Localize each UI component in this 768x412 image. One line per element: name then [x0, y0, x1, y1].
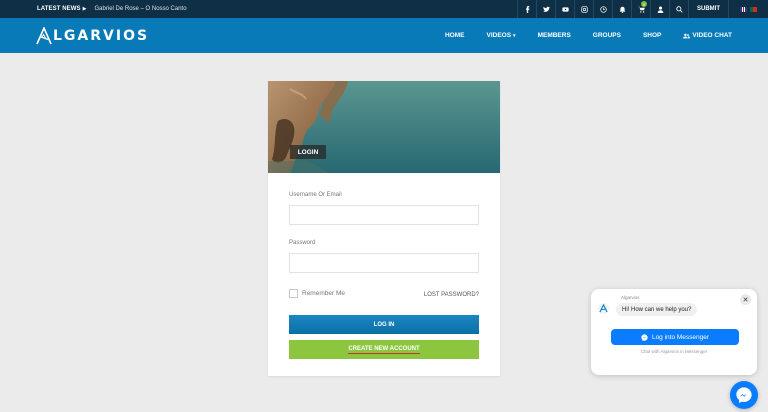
logo-a-icon [36, 27, 52, 45]
remember-me-checkbox[interactable] [289, 289, 298, 298]
site-logo[interactable]: LGARVIOS [36, 26, 149, 46]
flag-en-icon[interactable] [740, 6, 747, 12]
chevron-down-icon: ▾ [513, 32, 516, 39]
greeting-bubble: Hi! How can we help you? [616, 303, 698, 316]
messenger-note: Chat with Algarvios in Messenger [640, 349, 708, 354]
search-icon[interactable] [669, 0, 688, 18]
user-icon[interactable] [650, 0, 669, 18]
log-into-messenger-button[interactable]: Log into Messenger [611, 329, 739, 345]
logo-text: LGARVIOS [53, 28, 150, 44]
instagram-icon[interactable] [574, 0, 593, 18]
close-icon[interactable]: ✕ [740, 294, 751, 305]
language-switcher [728, 0, 768, 18]
nav-menu: HOME VIDEOS ▾ MEMBERS GROUPS SHOP VIDEO … [445, 18, 732, 53]
username-input[interactable] [289, 205, 479, 225]
password-label: Password [289, 240, 316, 246]
password-input[interactable] [289, 253, 479, 273]
page-avatar [598, 303, 609, 314]
messenger-icon [641, 333, 648, 341]
login-hero-image: LOGIN [268, 81, 500, 173]
latest-news-link[interactable]: Gabriel De Rose – O Nosso Canto [95, 6, 187, 12]
latest-news-label: LATEST NEWS [37, 6, 81, 12]
nav-video-chat-label: VIDEO CHAT [692, 32, 732, 39]
remember-me: Remember Me [289, 289, 345, 298]
cart-icon[interactable]: 0 [631, 0, 650, 18]
twitter-icon[interactable] [536, 0, 555, 18]
nav-members[interactable]: MEMBERS [538, 32, 571, 39]
play-arrow-icon: ▶ [82, 6, 87, 12]
bell-icon[interactable] [612, 0, 631, 18]
nav-videos[interactable]: VIDEOS ▾ [486, 32, 515, 39]
login-hero-label: LOGIN [290, 145, 326, 159]
messenger-chat-widget: ✕ Algarvios Hi! How can we help you? Log… [591, 289, 757, 375]
lost-password-link[interactable]: LOST PASSWORD? [424, 292, 479, 298]
clock-icon[interactable] [593, 0, 612, 18]
top-bar-actions: 0 SUBMIT [517, 0, 768, 18]
logo-a-icon [599, 304, 608, 313]
nav-groups[interactable]: GROUPS [593, 32, 621, 39]
create-account-label: CREATE NEW ACCOUNT [348, 345, 420, 354]
messenger-page-name: Algarvios [621, 295, 640, 300]
messenger-icon [736, 387, 752, 404]
login-card: LOGIN Username Or Email Password Remembe… [268, 81, 500, 376]
messenger-fab-button[interactable] [730, 381, 758, 409]
nav-shop[interactable]: SHOP [643, 32, 661, 39]
cliff-image [268, 81, 500, 173]
nav-home[interactable]: HOME [445, 32, 465, 39]
create-account-button[interactable]: CREATE NEW ACCOUNT [289, 340, 479, 359]
log-into-messenger-label: Log into Messenger [651, 333, 710, 341]
facebook-icon[interactable] [517, 0, 536, 18]
cart-count-badge: 0 [641, 1, 647, 7]
nav-videos-label: VIDEOS [486, 32, 512, 39]
top-bar: LATEST NEWS ▶ Gabriel De Rose – O Nosso … [0, 0, 768, 18]
username-label: Username Or Email [289, 192, 342, 198]
remember-me-label: Remember Me [302, 290, 345, 297]
nav-video-chat[interactable]: VIDEO CHAT [683, 32, 732, 39]
main-navbar: LGARVIOS HOME VIDEOS ▾ MEMBERS GROUPS SH… [0, 18, 768, 53]
submit-link[interactable]: SUBMIT [688, 0, 728, 18]
login-button[interactable]: LOG IN [289, 315, 479, 334]
youtube-icon[interactable] [555, 0, 574, 18]
flag-pt-icon[interactable] [750, 6, 757, 12]
users-icon [683, 33, 691, 38]
